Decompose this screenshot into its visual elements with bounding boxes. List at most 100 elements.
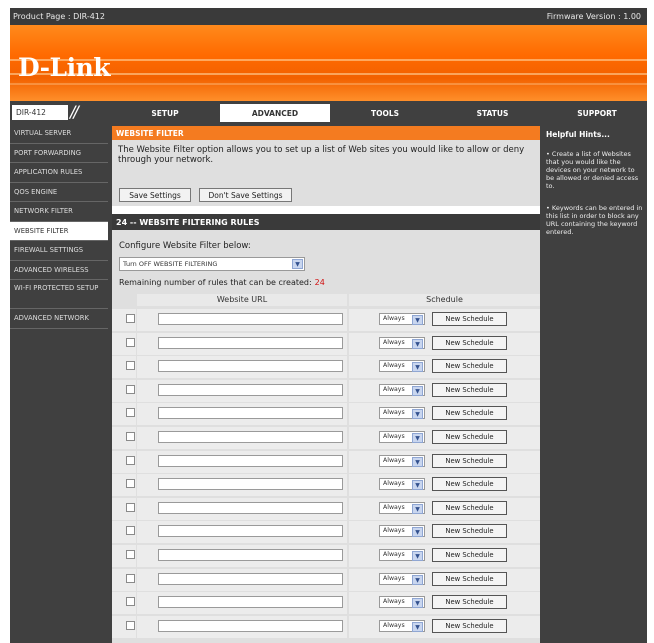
banner-swoosh [10,83,647,85]
rule-enable-checkbox[interactable] [126,620,135,630]
tab-advanced[interactable]: ADVANCED [220,104,330,122]
schedule-select[interactable]: Always ▼ [379,360,425,373]
filter-mode-select[interactable]: Turn OFF WEBSITE FILTERING ▼ [119,257,305,271]
new-schedule-button[interactable]: New Schedule [432,595,507,610]
new-schedule-button[interactable]: New Schedule [432,335,507,350]
new-schedule-button[interactable]: New Schedule [432,548,507,562]
rule-enable-checkbox[interactable] [126,455,135,465]
remaining-label: Remaining number of rules that can be cr… [119,278,312,287]
website-url-input[interactable] [158,572,343,585]
schedule-value: Always [383,338,405,346]
new-schedule-button[interactable]: New Schedule [432,406,507,421]
sidebar-item-website-filter[interactable]: WEBSITE FILTER [10,221,108,241]
website-url-input[interactable] [158,596,343,609]
sidebar-item-port-forwarding[interactable]: PORT FORWARDING [10,144,108,163]
model-badge: DIR-412 [12,105,68,120]
schedule-select[interactable]: Always ▼ [379,407,425,420]
schedule-select[interactable]: Always ▼ [379,383,425,396]
new-schedule-button[interactable]: New Schedule [432,430,507,444]
schedule-select[interactable]: Always ▼ [379,431,425,443]
rule-enable-checkbox[interactable] [126,597,135,607]
new-schedule-button[interactable]: New Schedule [432,618,507,633]
tab-setup[interactable]: SETUP [110,104,220,122]
schedule-value: Always [383,551,405,558]
schedule-select[interactable]: Always ▼ [379,525,425,538]
sidebar-item-application-rules[interactable]: APPLICATION RULES [10,163,108,183]
sidebar-item-advanced-wireless[interactable]: ADVANCED WIRELESS [10,261,108,280]
website-url-input[interactable] [158,454,343,467]
website-url-input[interactable] [158,407,343,420]
website-url-input[interactable] [158,360,343,373]
website-url-input[interactable] [158,549,343,561]
website-url-input[interactable] [158,431,343,443]
rule-enable-checkbox[interactable] [126,573,135,583]
filter-description: The Website Filter option allows you to … [118,145,525,165]
new-schedule-button[interactable]: New Schedule [432,359,507,374]
chevron-down-icon: ▼ [412,433,423,443]
schedule-select[interactable]: Always ▼ [379,619,425,632]
top-info-bar: Product Page : DIR-412 Firmware Version … [10,8,647,25]
rule-enable-checkbox[interactable] [126,408,135,418]
save-settings-button[interactable]: Save Settings [119,188,191,202]
rule-enable-checkbox[interactable] [126,479,135,489]
rule-row: Always ▼ New Schedule [112,497,540,521]
chevron-down-icon: ▼ [412,527,423,538]
sidebar-item-advanced-network[interactable]: ADVANCED NETWORK [10,309,108,329]
schedule-select[interactable]: Always ▼ [379,454,425,467]
schedule-value: Always [383,456,405,464]
schedule-select[interactable]: Always ▼ [379,572,425,585]
product-page-label: Product Page : DIR-412 [13,12,105,21]
website-url-input[interactable] [158,619,343,632]
chevron-down-icon: ▼ [292,259,303,269]
schedule-value: Always [383,527,405,535]
schedule-select[interactable]: Always ▼ [379,478,425,491]
new-schedule-button[interactable]: New Schedule [432,524,507,539]
new-schedule-button[interactable]: New Schedule [432,571,507,586]
chevron-down-icon: ▼ [412,598,423,609]
dont-save-settings-button[interactable]: Don't Save Settings [199,188,292,202]
tab-status[interactable]: STATUS [440,104,545,122]
schedule-value: Always [383,574,405,582]
schedule-value: Always [383,503,405,511]
rule-enable-checkbox[interactable] [126,361,135,371]
website-url-input[interactable] [158,478,343,491]
rule-enable-checkbox[interactable] [126,502,135,512]
rule-row: Always ▼ New Schedule [112,544,540,568]
tab-support[interactable]: SUPPORT [547,104,647,122]
sidebar-item-virtual-server[interactable]: VIRTUAL SERVER [10,124,108,144]
schedule-select[interactable]: Always ▼ [379,336,425,349]
schedule-select[interactable]: Always ▼ [379,596,425,609]
schedule-value: Always [383,621,405,629]
rule-row: Always ▼ New Schedule [112,355,540,379]
rule-row: Always ▼ New Schedule [112,379,540,403]
rule-enable-checkbox[interactable] [126,526,135,536]
sidebar-item-network-filter[interactable]: NETWORK FILTER [10,202,108,222]
page-frame: Product Page : DIR-412 Firmware Version … [0,0,654,643]
rule-enable-checkbox[interactable] [126,314,135,323]
website-url-input[interactable] [158,501,343,514]
website-url-input[interactable] [158,383,343,396]
new-schedule-button[interactable]: New Schedule [432,453,507,468]
schedule-select[interactable]: Always ▼ [379,549,425,561]
tab-tools[interactable]: TOOLS [330,104,440,122]
chevron-down-icon: ▼ [412,338,423,349]
dlink-logo: D-Link [18,53,111,82]
sidebar-item-qos-engine[interactable]: QOS ENGINE [10,183,108,202]
rule-enable-checkbox[interactable] [126,384,135,394]
sidebar-item-firewall-settings[interactable]: FIREWALL SETTINGS [10,241,108,261]
website-url-input[interactable] [158,336,343,349]
schedule-select[interactable]: Always ▼ [379,313,425,325]
sidebar-item-wi-fi-protected-setup[interactable]: WI-FI PROTECTED SETUP [10,280,108,309]
filter-mode-value: Turn OFF WEBSITE FILTERING [123,260,218,268]
website-url-input[interactable] [158,525,343,538]
new-schedule-button[interactable]: New Schedule [432,312,507,326]
rule-enable-checkbox[interactable] [126,337,135,347]
new-schedule-button[interactable]: New Schedule [432,477,507,492]
rule-enable-checkbox[interactable] [126,432,135,441]
rule-enable-checkbox[interactable] [126,550,135,559]
schedule-select[interactable]: Always ▼ [379,501,425,514]
new-schedule-button[interactable]: New Schedule [432,500,507,515]
new-schedule-button[interactable]: New Schedule [432,382,507,397]
website-url-input[interactable] [158,313,343,325]
schedule-value: Always [383,385,405,393]
